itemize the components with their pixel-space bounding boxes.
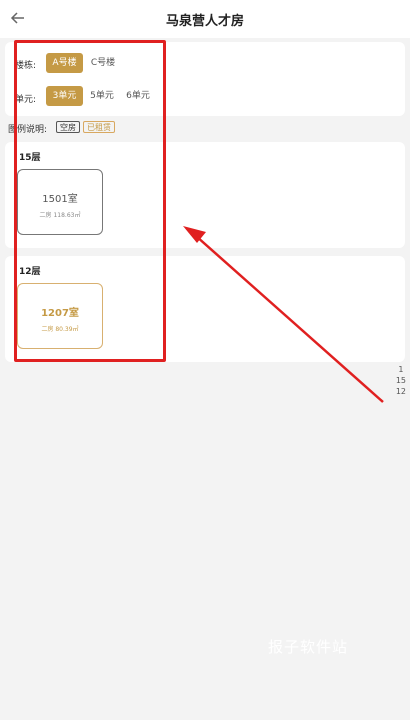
room-card-1501[interactable]: 1501室 二房 118.63㎡: [17, 169, 103, 235]
legend-rented-badge: 已租赁: [83, 121, 115, 133]
unit-chip-5[interactable]: 5单元: [87, 86, 117, 106]
room-number: 1207室: [41, 308, 79, 319]
building-chip-c[interactable]: C号楼: [87, 53, 119, 73]
unit-chip-3[interactable]: 3单元: [46, 86, 83, 106]
floor-title: 15层: [19, 153, 41, 163]
floor-index-item[interactable]: 1: [396, 364, 406, 375]
floor-title: 12层: [19, 267, 41, 277]
building-label: 楼栋:: [15, 61, 37, 71]
floor-section-15: 15层 1501室 二房 118.63㎡: [5, 142, 405, 248]
unit-chip-6[interactable]: 6单元: [123, 86, 153, 106]
legend-label: 图例说明:: [8, 125, 48, 135]
room-info: 二房 80.39㎡: [41, 326, 79, 333]
watermark: 报子软件站: [268, 638, 349, 656]
legend-empty-badge: 空房: [56, 121, 80, 133]
unit-label: 单元:: [15, 95, 37, 105]
room-info: 二房 118.63㎡: [39, 212, 81, 219]
floor-index-item[interactable]: 15: [396, 375, 406, 386]
floor-index: 1 15 12: [396, 364, 406, 397]
floor-index-item[interactable]: 12: [396, 386, 406, 397]
room-card-1207[interactable]: 1207室 二房 80.39㎡: [17, 283, 103, 349]
building-chip-a[interactable]: A号楼: [46, 53, 83, 73]
room-number: 1501室: [42, 194, 78, 205]
filter-panel: 楼栋: A号楼 C号楼 单元: 3单元 5单元 6单元: [5, 42, 405, 116]
floor-section-12: 12层 1207室 二房 80.39㎡: [5, 256, 405, 362]
page-title: 马泉营人才房: [165, 14, 244, 29]
top-bar: 马泉营人才房: [0, 0, 410, 38]
